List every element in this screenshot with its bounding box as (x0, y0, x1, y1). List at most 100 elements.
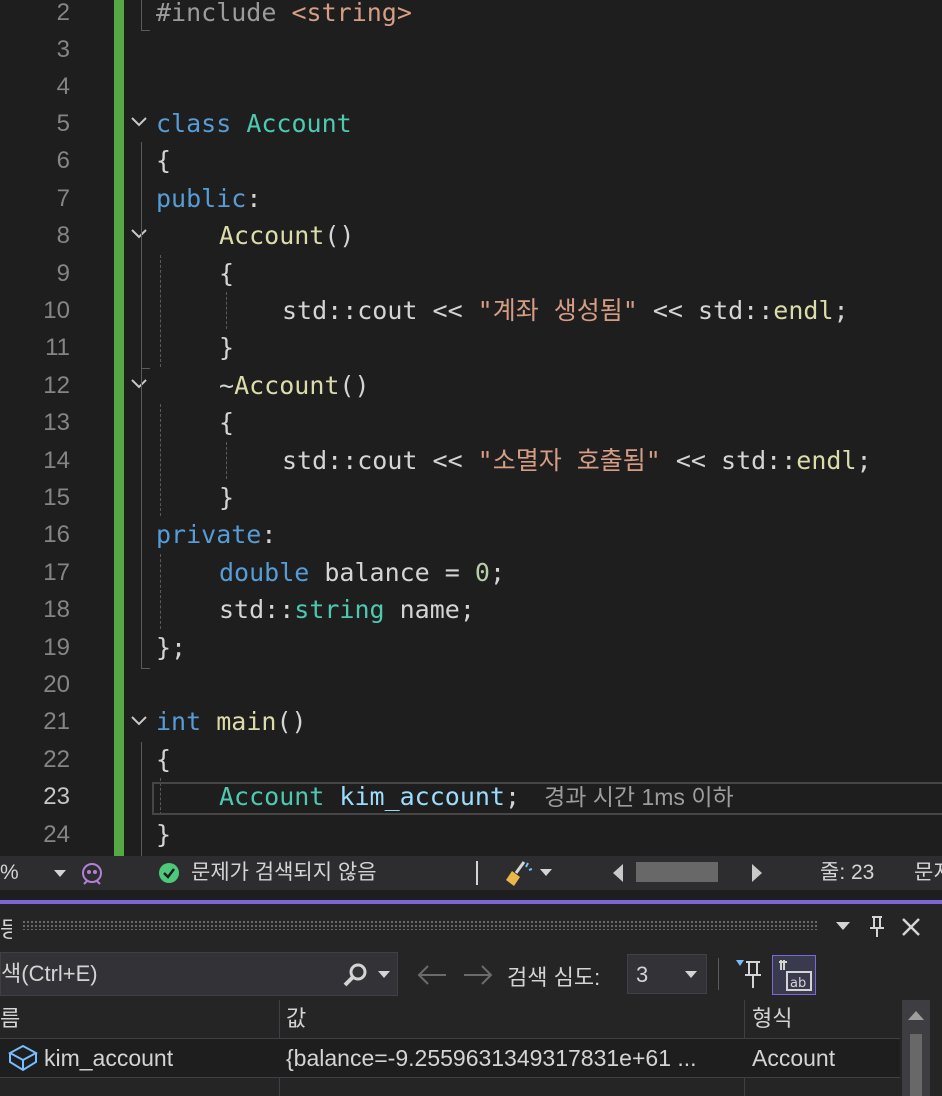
code-area[interactable]: #include <string> class Account { public… (156, 0, 942, 856)
column-indicator[interactable]: 문지 (914, 856, 942, 890)
pin-icon[interactable] (868, 915, 886, 939)
separator (718, 958, 719, 990)
fold-chevron-icon[interactable] (130, 704, 150, 741)
line-number: 5 (56, 110, 70, 137)
line-number: 10 (43, 297, 70, 324)
line-number: 24 (43, 821, 70, 848)
filter-pin-icon[interactable] (734, 958, 764, 990)
code-line-18: std::string name; (219, 591, 475, 628)
code-line-22: { (156, 745, 172, 774)
scroll-right-icon[interactable] (750, 856, 764, 890)
search-depth-label: 검색 심도: (507, 965, 601, 990)
function-name: endl (773, 296, 834, 325)
table-row[interactable]: kim_account {balance=-9.2559631349317831… (0, 1039, 900, 1078)
line-number: 18 (43, 596, 70, 623)
watch-toolbar: 검색 심도: 3 ab (0, 952, 942, 998)
chevron-down-icon (685, 971, 697, 978)
code-line-21: int main() (156, 703, 307, 740)
code-text: balance = (309, 558, 475, 587)
keyword: public (156, 184, 247, 213)
chevron-down-icon[interactable] (378, 971, 390, 979)
search-icon[interactable] (343, 962, 369, 988)
current-line-number: 23 (43, 783, 70, 810)
zoom-value: % (0, 861, 19, 884)
scrollbar-thumb[interactable] (910, 1034, 922, 1096)
scroll-left-icon[interactable] (612, 856, 626, 890)
search-depth-dropdown[interactable]: 3 (627, 954, 707, 994)
window-position-dropdown-icon[interactable] (836, 922, 850, 931)
code-line-17: double balance = 0; (219, 554, 505, 591)
variable-value[interactable]: {balance=-9.2559631349317831e+61 ... (286, 1039, 741, 1077)
copilot-icon[interactable] (78, 856, 106, 890)
horizontal-scroll-thumb[interactable] (636, 862, 718, 882)
line-number: 15 (43, 484, 70, 511)
function-name: Account (219, 221, 325, 250)
arrow-left-icon[interactable] (416, 964, 448, 986)
line-number: 7 (56, 185, 70, 212)
variable-name: kim_account (339, 782, 505, 811)
panel-title: 등 (0, 917, 12, 942)
fold-chevron-icon[interactable] (130, 105, 150, 142)
code-text: << std:: (660, 446, 797, 475)
line-number: 22 (43, 746, 70, 773)
code-editor[interactable]: 2 3 4 5 6 7 8 9 10 11 12 13 14 15 16 17 … (0, 0, 942, 856)
keyword: class (156, 109, 232, 138)
variable-type: Account (752, 1045, 836, 1071)
chevron-down-icon (54, 870, 66, 877)
search-input[interactable] (1, 953, 331, 995)
zoom-dropdown[interactable]: % (0, 856, 68, 890)
code-text: << std:: (637, 296, 774, 325)
line-number: 12 (43, 372, 70, 399)
issues-text: 문제가 검색되지 않음 (191, 861, 377, 884)
issues-indicator[interactable]: 문제가 검색되지 않음 (158, 856, 458, 890)
outline-line (141, 0, 150, 31)
drag-grip[interactable] (22, 920, 818, 930)
punctuation: () (339, 371, 370, 400)
search-box[interactable] (0, 952, 398, 996)
punctuation: () (276, 707, 307, 736)
string-literal: "소멸자 호출됨" (477, 446, 661, 475)
close-icon[interactable] (901, 917, 921, 937)
search-depth-value: 3 (636, 962, 649, 987)
code-cleanup-button[interactable] (504, 856, 556, 890)
punctuation: () (324, 221, 355, 250)
column-header-type[interactable]: 형식 (752, 1000, 792, 1038)
elapsed-time-hint: 경과 시간 1ms 이하 (544, 784, 734, 810)
text-format-icon: ab (779, 960, 812, 991)
code-line-13: { (219, 408, 235, 437)
punctuation: ; (833, 296, 849, 325)
number-literal: 0 (474, 558, 490, 587)
variable-name: kim_account (44, 1045, 174, 1071)
code-line-8: Account() (219, 217, 354, 254)
code-line-9: { (219, 259, 235, 288)
function-name: main (216, 707, 277, 736)
line-indicator[interactable]: 줄: 23 (820, 856, 874, 890)
type-name: Account (219, 782, 325, 811)
panel-title-bar[interactable]: 등 (0, 904, 942, 948)
line-number: 9 (56, 260, 70, 287)
code-line-6: { (156, 146, 172, 175)
svg-text:ab: ab (790, 976, 806, 991)
code-text: name; (384, 595, 475, 624)
function-name: Account (234, 371, 340, 400)
punctuation: ; (505, 782, 521, 811)
code-text: std::cout << (282, 446, 478, 475)
code-text: std::cout << (282, 296, 478, 325)
outline-line (141, 255, 150, 369)
outline-line (141, 742, 142, 856)
line-number: 13 (43, 409, 70, 436)
code-line-12: ~Account() (219, 367, 370, 404)
vertical-scrollbar[interactable] (902, 1000, 930, 1096)
show-raw-view-toggle[interactable]: ab (772, 955, 816, 995)
column-header-name[interactable]: 름 (0, 1000, 22, 1038)
code-line-16: private: (156, 516, 276, 553)
arrow-right-icon[interactable] (462, 964, 494, 986)
scroll-up-icon[interactable] (908, 1010, 924, 1020)
column-header-value[interactable]: 값 (286, 1000, 306, 1038)
keyword: int (156, 707, 202, 736)
code-line-7: public: (156, 180, 261, 217)
line-number: 11 (45, 334, 70, 361)
line-number: 2 (56, 0, 70, 26)
line-number: 3 (56, 36, 70, 63)
outline-line (141, 404, 150, 518)
